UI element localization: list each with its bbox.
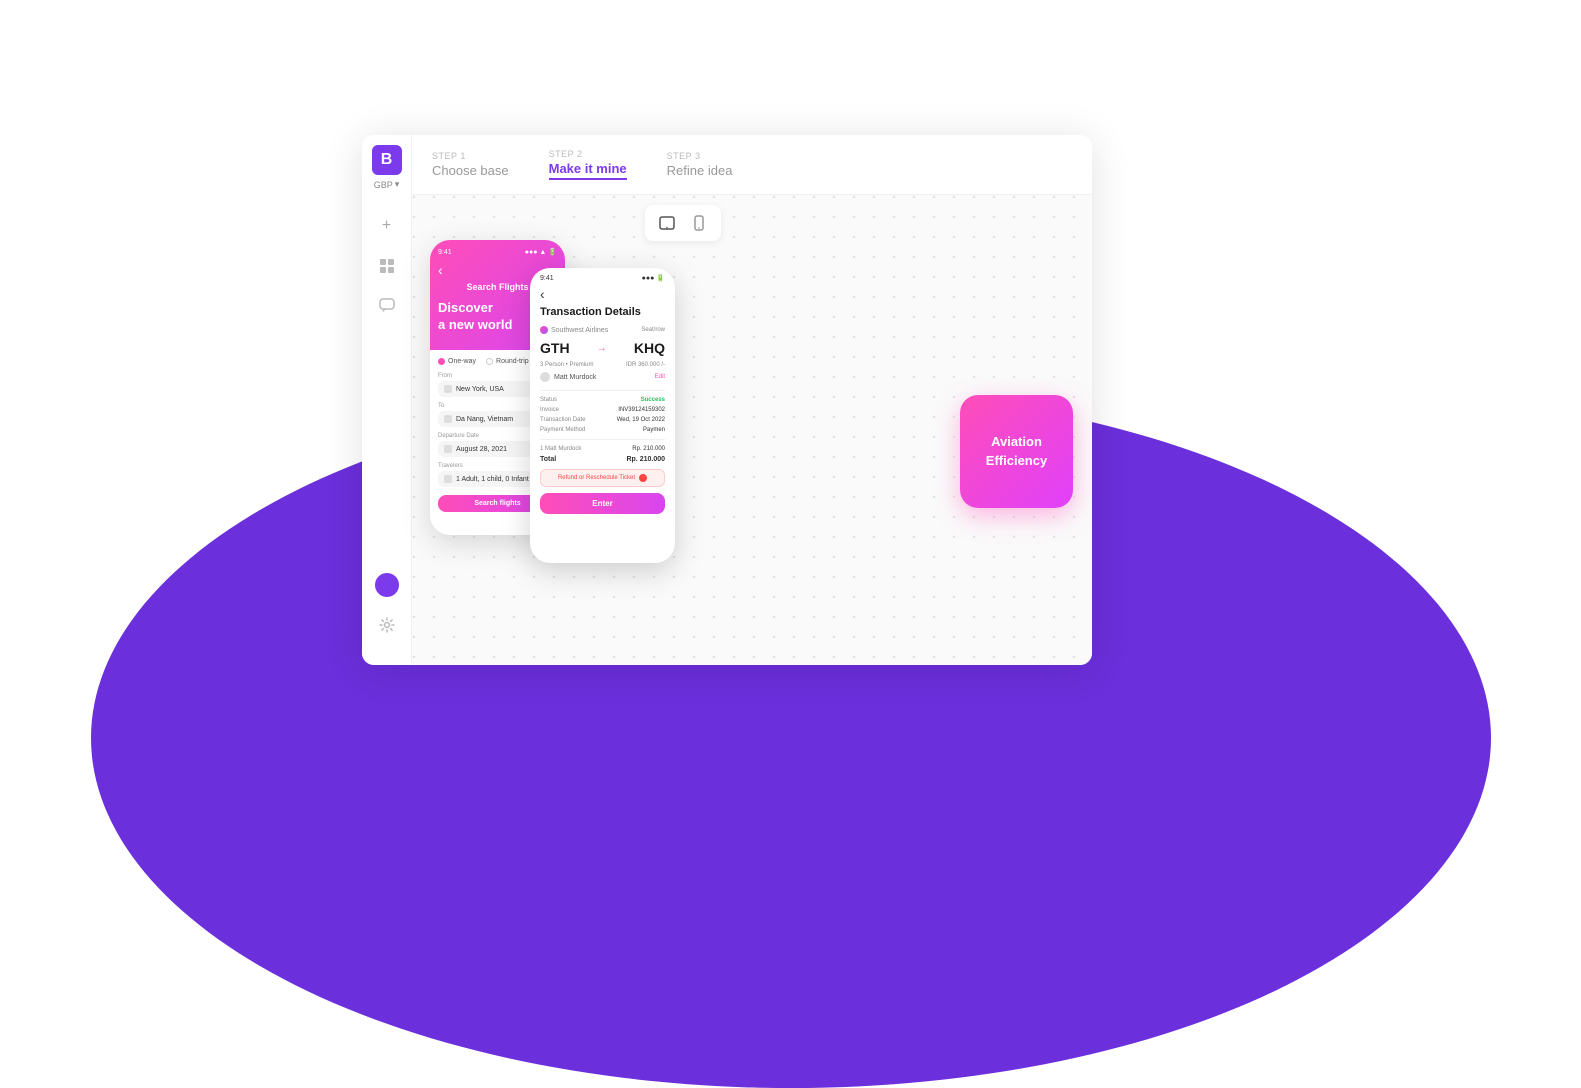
edit-button[interactable]: Edit: [655, 374, 665, 380]
calendar-icon: [444, 445, 452, 453]
refund-button[interactable]: Refund or Reschedule Ticket: [540, 469, 665, 487]
route-arrow: →: [597, 343, 607, 354]
round-trip-radio[interactable]: Round-trip: [486, 358, 529, 365]
from-airport: GTH: [540, 340, 570, 356]
seat-info: Seat/row: [641, 327, 665, 333]
grid-button[interactable]: [371, 250, 403, 282]
settings-button[interactable]: [371, 609, 403, 641]
location-icon: [444, 385, 452, 393]
ticket-price-row: 1 Matt Murdock Rp. 210.000: [540, 446, 665, 452]
total-row: Total Rp. 210.000: [540, 456, 665, 463]
person-icon: [444, 475, 452, 483]
chat-button[interactable]: [371, 290, 403, 322]
phone-view-icon[interactable]: [687, 211, 711, 235]
app-logo: B: [372, 145, 402, 175]
add-button[interactable]: +: [371, 210, 403, 242]
aviation-card-text: Aviation Efficiency: [986, 433, 1047, 469]
passenger-info: Matt Murdock: [540, 372, 596, 382]
user-avatar[interactable]: [375, 573, 399, 597]
transaction-body: Southwest Airlines Seat/row GTH → KHQ 3 …: [530, 326, 675, 463]
location-icon-2: [444, 415, 452, 423]
tablet-view-icon[interactable]: [655, 211, 679, 235]
passenger-row: Matt Murdock Edit: [540, 372, 665, 382]
status-row: Status Success: [540, 397, 665, 403]
divider-2: [540, 439, 665, 440]
date-row: Transaction Date Wed, 19 Oct 2022: [540, 417, 665, 423]
payment-row: Payment Method Paymen: [540, 427, 665, 433]
sidebar-bottom: [371, 573, 403, 655]
phone-transaction-details: 9:41 ●●● 🔋 ‹ Transaction Details Southwe…: [530, 268, 675, 563]
enter-button[interactable]: Enter: [540, 493, 665, 514]
one-way-radio[interactable]: One-way: [438, 358, 476, 365]
sidebar: B GBP ▾ +: [362, 135, 412, 665]
steps-bar: STEP 1 Choose base STEP 2 Make it mine S…: [412, 135, 1092, 195]
step-1[interactable]: STEP 1 Choose base: [432, 151, 509, 178]
passenger-avatar: [540, 372, 550, 382]
flight-details: 3 Person • Premium IDR 360.000 /-: [540, 362, 665, 368]
step-2[interactable]: STEP 2 Make it mine: [549, 149, 627, 180]
airline-row: Southwest Airlines Seat/row: [540, 326, 665, 334]
flight-route: GTH → KHQ: [540, 340, 665, 356]
divider-1: [540, 390, 665, 391]
refund-indicator: [639, 474, 647, 482]
invoice-row: Invoice INV39124159302: [540, 407, 665, 413]
airline-name: Southwest Airlines: [540, 326, 608, 334]
round-trip-dot: [486, 358, 493, 365]
aviation-efficiency-card[interactable]: Aviation Efficiency: [960, 395, 1073, 508]
device-toggle: [645, 205, 721, 241]
currency-selector[interactable]: GBP ▾: [374, 179, 400, 190]
transaction-title: Transaction Details: [530, 306, 675, 326]
step-3[interactable]: STEP 3 Refine idea: [667, 151, 733, 178]
one-way-dot: [438, 358, 445, 365]
phone2-back-button[interactable]: ‹: [530, 286, 675, 306]
phone1-status-bar: 9:41 ●●● ▲ 🔋: [438, 248, 557, 256]
status-value: Success: [641, 397, 665, 403]
to-airport: KHQ: [634, 340, 665, 356]
phone2-status-bar: 9:41 ●●● 🔋: [530, 268, 675, 286]
airline-logo: [540, 326, 548, 334]
